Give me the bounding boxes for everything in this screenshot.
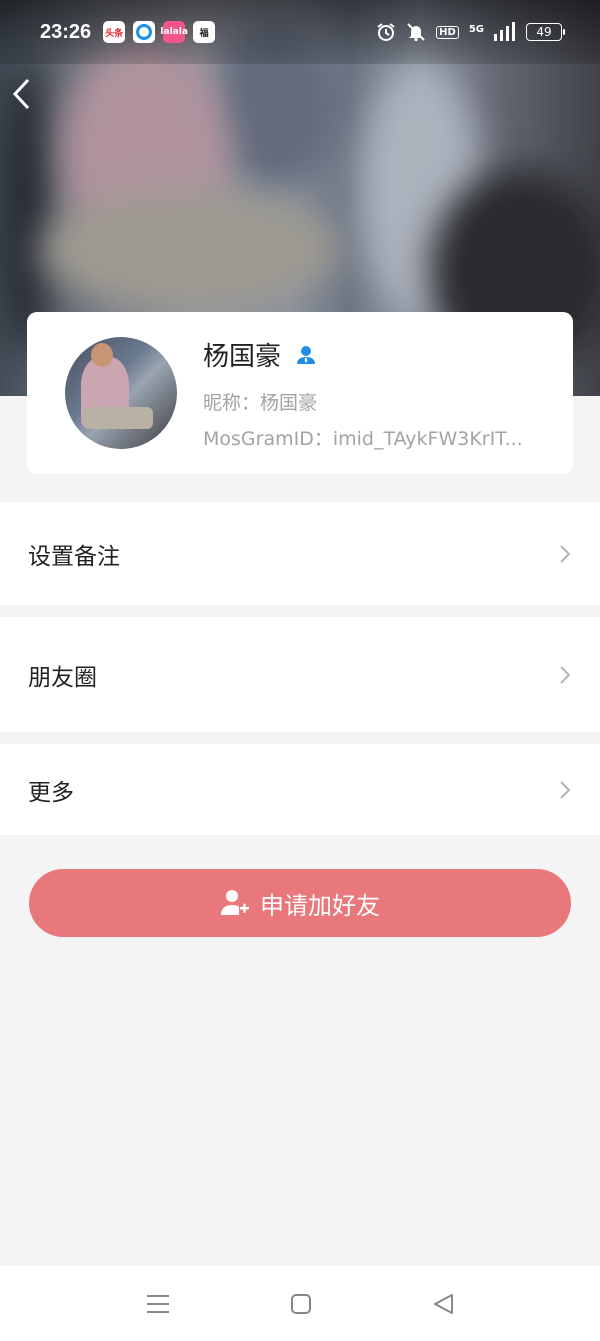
status-indicators: HD 5G 49 <box>376 22 565 42</box>
menu-icon[interactable] <box>144 1290 172 1318</box>
hd-badge: HD <box>436 25 459 39</box>
system-navigation-bar <box>0 1266 600 1341</box>
person-badge-icon <box>297 345 316 364</box>
name-row: 杨国豪 <box>203 336 317 373</box>
add-user-icon <box>221 890 249 915</box>
status-bar: 23:26 头条 lalala 福 HD 5G 49 <box>0 0 600 64</box>
menu-item-set-remark[interactable]: 设置备注 <box>0 502 600 605</box>
lalala-app-icon: lalala <box>160 21 188 43</box>
status-time: 23:26 <box>40 20 92 43</box>
mute-bell-icon <box>407 23 425 42</box>
menu-item-label: 更多 <box>28 779 74 806</box>
profile-name: 杨国豪 <box>203 342 282 372</box>
add-friend-button[interactable]: 申请加好友 <box>29 869 571 937</box>
calligraphy-app-icon: 福 <box>193 21 216 43</box>
add-friend-label: 申请加好友 <box>260 891 380 920</box>
menu-item-label: 设置备注 <box>28 543 120 570</box>
avatar[interactable] <box>65 337 177 449</box>
menu-item-moments[interactable]: 朋友圈 <box>0 617 600 732</box>
back-triangle-icon[interactable] <box>430 1290 458 1318</box>
menu-item-more[interactable]: 更多 <box>0 744 600 835</box>
chevron-right-icon <box>560 780 571 799</box>
notification-app-icons: 头条 lalala 福 <box>103 21 216 43</box>
network-type-label: 5G <box>468 24 484 35</box>
nickname-text: 昵称：杨国豪 <box>203 392 318 414</box>
back-arrow-icon[interactable] <box>10 76 34 112</box>
circle-app-icon <box>133 21 156 43</box>
battery-level: 49 <box>526 23 565 41</box>
profile-card: 杨国豪 昵称：杨国豪 MosGramID：imid_TAykFW3KrIT... <box>27 312 573 474</box>
profile-screen: 23:26 头条 lalala 福 HD 5G 49 杨国豪 昵称：杨国豪 Mo… <box>0 0 600 1341</box>
mosgram-id-text: MosGramID：imid_TAykFW3KrIT... <box>203 428 523 450</box>
chevron-right-icon <box>560 665 571 684</box>
chevron-right-icon <box>560 544 571 563</box>
toutiao-app-icon: 头条 <box>103 21 126 43</box>
signal-strength-icon <box>494 22 515 41</box>
alarm-icon <box>377 23 395 41</box>
home-square-icon[interactable] <box>287 1290 315 1318</box>
menu-item-label: 朋友圈 <box>28 664 97 691</box>
